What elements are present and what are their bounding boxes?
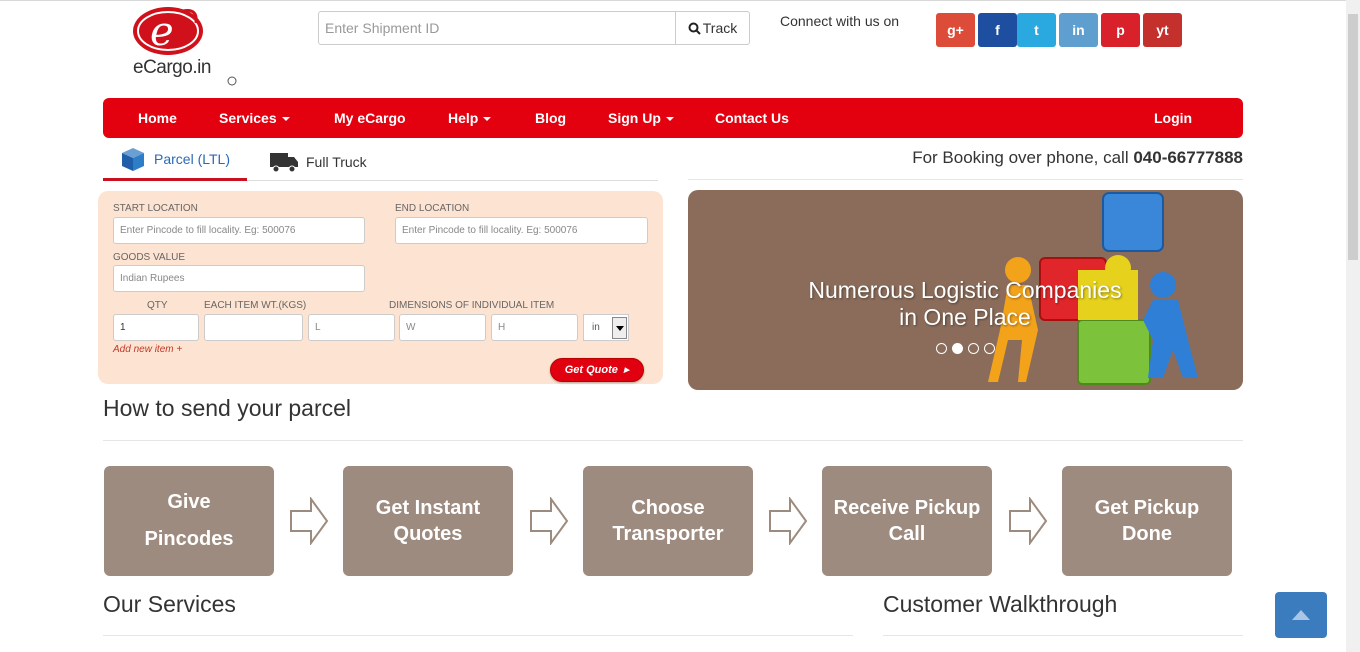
search-icon [688,22,701,35]
weight-input[interactable] [204,314,303,341]
nav-services[interactable]: Services [219,98,290,138]
caret-down-icon [281,117,290,122]
step-choose-transporter: Choose Transporter [583,466,753,576]
arrow-right-icon: ▶ [623,367,630,374]
track-button[interactable]: Track [675,11,750,45]
chevron-up-icon [1292,610,1310,620]
tab-full-truck-label: Full Truck [306,154,367,170]
qty-label: QTY [147,300,168,311]
nav-home[interactable]: Home [138,98,177,138]
arrow-right-outline-icon [530,497,569,545]
svg-text:e: e [150,9,174,55]
services-divider [103,635,853,636]
back-to-top-button[interactable] [1275,592,1327,638]
step-5-line2: Done [1121,523,1172,545]
width-input[interactable] [399,314,486,341]
phone-number[interactable]: 040-66777888 [1133,148,1243,167]
nav-services-label: Services [219,110,277,126]
unit-value: in [592,322,600,333]
nav-help-label: Help [448,110,479,126]
step-instant-quotes: Get Instant Quotes [343,466,513,576]
step-4-line2: Call [888,523,926,545]
main-nav: Home Services My eCargo Help Blog Sign U… [103,98,1243,138]
nav-contact[interactable]: Contact Us [715,98,789,138]
slider-dot-2[interactable] [952,343,963,354]
step-2-line2: Quotes [393,523,463,545]
nav-signup-label: Sign Up [608,110,661,126]
customer-walkthrough-title: Customer Walkthrough [883,591,1118,617]
walkthrough-divider [883,635,1243,636]
youtube-icon[interactable]: yt [1143,13,1182,47]
tab-full-truck[interactable]: Full Truck [270,150,367,174]
goods-value-input[interactable] [113,265,365,292]
google-plus-icon[interactable]: g+ [936,13,975,47]
caret-down-icon [665,117,674,122]
nav-my-ecargo[interactable]: My eCargo [334,98,406,138]
truck-icon [270,153,298,173]
twitter-icon[interactable]: t [1017,13,1056,47]
facebook-icon[interactable]: f [978,13,1017,47]
weight-label: EACH ITEM WT.(KGs) [204,300,307,311]
scrollbar-thumb[interactable] [1348,14,1358,260]
how-to-title: How to send your parcel [103,395,352,421]
get-quote-button[interactable]: Get Quote ▶ [550,358,644,382]
hero-slider: Numerous Logistic Companies in One Place [688,190,1243,390]
slider-dot-4[interactable] [984,343,995,354]
add-item-link[interactable]: Add new item + [113,344,182,355]
step-pickup-done: Get Pickup Done [1062,466,1232,576]
dropdown-arrow-icon [612,317,627,339]
dimensions-label: DIMENSIONS OF INDIVIDUAL ITEM [389,300,555,311]
top-border [0,0,1360,1]
connect-label: Connect with us on [780,13,900,29]
step-2-line1: Get Instant [375,497,481,519]
arrow-right-outline-icon [769,497,808,545]
nav-signup[interactable]: Sign Up [608,98,674,138]
step-receive-pickup-call: Receive Pickup Call [822,466,992,576]
goods-value-label: GOODS VALUE [113,252,186,263]
nav-login[interactable]: Login [1154,98,1192,138]
box-icon [122,148,144,171]
how-to-divider [103,440,1243,441]
right-divider [688,179,1243,180]
pinterest-icon[interactable]: p [1101,13,1140,47]
track-button-label: Track [702,20,738,36]
tab-parcel[interactable]: Parcel (LTL) [120,146,230,172]
end-location-input[interactable] [395,217,648,244]
tab-parcel-label: Parcel (LTL) [154,151,230,167]
nav-blog[interactable]: Blog [535,98,566,138]
slider-dot-1[interactable] [936,343,947,354]
step-5-line1: Get Pickup [1094,497,1200,519]
slider-caption-line2: in One Place [899,304,1031,330]
tab-active-indicator [103,178,247,181]
start-location-label: START LOCATION [113,203,198,214]
slider-dot-3[interactable] [968,343,979,354]
qty-input[interactable] [113,314,199,341]
slider-caption: Numerous Logistic Companies in One Place [784,277,1146,331]
step-give-pincodes: Give Pincodes [104,466,274,576]
step-1-line2: Pincodes [144,528,234,550]
height-input[interactable] [491,314,578,341]
start-location-input[interactable] [113,217,365,244]
caret-down-icon [483,117,492,122]
phone-booking: For Booking over phone, call 040-6677788… [720,148,1243,168]
linkedin-icon[interactable]: in [1059,13,1098,47]
length-input[interactable] [308,314,395,341]
nav-help[interactable]: Help [448,98,492,138]
shipment-id-input[interactable] [318,11,676,45]
our-services-title: Our Services [103,591,236,617]
get-quote-label: Get Quote [564,364,618,376]
step-4-line1: Receive Pickup [833,497,981,519]
step-1-line1: Give [167,491,211,513]
step-3-line1: Choose [631,497,705,519]
arrow-right-outline-icon [290,497,329,545]
step-3-line2: Transporter [612,523,724,545]
phone-text: For Booking over phone, call [912,148,1134,167]
arrow-right-outline-icon [1009,497,1048,545]
slider-caption-line1: Numerous Logistic Companies [808,277,1122,303]
unit-select[interactable]: in [583,314,629,341]
logo-text: eCargo.in [133,57,211,78]
end-location-label: END LOCATION [395,203,470,214]
